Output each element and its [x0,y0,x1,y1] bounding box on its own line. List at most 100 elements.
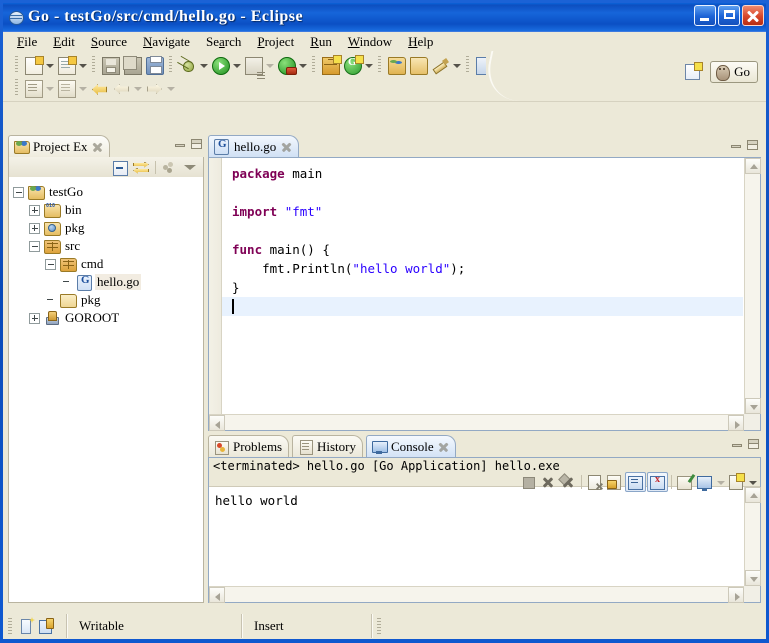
scroll-up-arrow[interactable] [745,158,761,174]
new-element-icon[interactable] [17,617,35,635]
tab-project-explorer[interactable]: Project Ex [8,135,110,158]
maximize-icon[interactable] [191,139,202,149]
maximize-icon[interactable] [748,439,759,449]
tree-item-src[interactable]: src [13,237,203,255]
last-edit-location-icon[interactable] [88,77,110,99]
scroll-left-arrow[interactable] [209,587,225,603]
project-tree[interactable]: testGobinpkgsrccmdhello.gopkgGOROOT [8,177,204,603]
debug-icon[interactable] [176,54,198,76]
scroll-left-arrow[interactable] [209,415,225,431]
close-button[interactable] [742,5,764,26]
scroll-up-arrow[interactable] [745,487,761,503]
menu-search[interactable]: Search [198,33,249,51]
tree-item-bin[interactable]: bin [13,201,203,219]
search-icon[interactable] [429,54,451,76]
open-perspective-icon[interactable] [684,62,704,82]
menu-edit[interactable]: Edit [45,33,83,51]
link-with-editor-icon[interactable] [132,159,150,176]
new-wizard-icon[interactable] [22,54,44,76]
scroll-down-arrow[interactable] [745,398,761,414]
console-output[interactable]: hello world [209,487,743,585]
scroll-down-arrow[interactable] [745,570,761,586]
search-dropdown-icon[interactable] [451,54,462,76]
scroll-right-arrow[interactable] [728,415,744,431]
collapse-icon[interactable] [13,187,24,198]
close-icon[interactable] [438,442,449,453]
code-text-run [277,204,285,219]
editor-horizontal-scrollbar[interactable] [209,414,744,430]
new-package-icon[interactable] [319,54,341,76]
back-dropdown-icon[interactable] [132,77,143,99]
tree-item-hello-go[interactable]: hello.go [13,273,203,291]
editor-vertical-scrollbar[interactable] [744,158,760,414]
menu-source[interactable]: Source [83,33,135,51]
status-drag-handle[interactable] [8,618,12,634]
minimize-icon[interactable] [731,140,741,149]
close-icon[interactable] [92,142,103,153]
forward-dropdown-icon[interactable] [165,77,176,99]
open-resource-icon[interactable] [407,54,429,76]
menu-project[interactable]: Project [249,33,302,51]
editor-body[interactable]: package main import "fmt" func main() { … [208,157,761,431]
next-edit-icon[interactable] [55,77,77,99]
tree-item-testgo[interactable]: testGo [13,183,203,201]
console-vertical-scrollbar[interactable] [744,487,760,586]
tab-hello-go[interactable]: hello.go [208,135,299,158]
minimize-button[interactable] [694,5,716,26]
new-wizard-dropdown-icon[interactable] [44,54,55,76]
next-edit-dropdown-icon[interactable] [77,77,88,99]
tree-item-goroot[interactable]: GOROOT [13,309,203,327]
expand-icon[interactable] [29,205,40,216]
tree-item-cmd[interactable]: cmd [13,255,203,273]
tree-item-pkg[interactable]: pkg [13,291,203,309]
collapse-all-icon[interactable] [111,159,129,176]
debug-dropdown-icon[interactable] [198,54,209,76]
new-go-file-icon[interactable] [55,54,77,76]
new-go-project-dropdown-icon[interactable] [363,54,374,76]
minimize-icon[interactable] [732,439,742,448]
view-dots-icon[interactable] [161,159,179,176]
new-go-file-dropdown-icon[interactable] [77,54,88,76]
editor-gutter[interactable] [209,158,222,414]
status-insert-mode: Insert [242,618,371,634]
close-icon[interactable] [281,142,292,153]
collapse-icon[interactable] [29,241,40,252]
run-history-dropdown-icon[interactable] [264,54,275,76]
minimize-icon[interactable] [175,139,185,148]
maximize-button[interactable] [718,5,740,26]
new-go-project-icon[interactable] [341,54,363,76]
save-all-icon[interactable] [121,54,143,76]
expand-icon[interactable] [29,313,40,324]
open-type-icon[interactable] [385,54,407,76]
menu-file[interactable]: File [9,33,45,51]
tab-console[interactable]: Console [366,435,456,458]
menu-window[interactable]: Window [340,33,400,51]
collapse-icon[interactable] [45,259,56,270]
status-drag-handle[interactable] [377,618,381,634]
forward-icon[interactable] [143,77,165,99]
code-text[interactable]: package main import "fmt" func main() { … [222,158,743,414]
view-menu-icon[interactable] [182,159,200,176]
tree-item-pkg[interactable]: pkg [13,219,203,237]
previous-edit-icon[interactable] [22,77,44,99]
field-icon[interactable] [37,617,55,635]
external-tools-icon[interactable] [275,54,297,76]
menu-help[interactable]: Help [400,33,441,51]
run-history-icon[interactable] [242,54,264,76]
menu-navigate[interactable]: Navigate [135,33,198,51]
previous-edit-dropdown-icon[interactable] [44,77,55,99]
console-horizontal-scrollbar[interactable] [209,586,744,602]
tab-history[interactable]: History [292,435,363,458]
run-icon[interactable] [209,54,231,76]
scroll-right-arrow[interactable] [728,587,744,603]
tab-problems[interactable]: Problems [208,435,289,458]
perspective-button-go[interactable]: Go [710,61,758,83]
external-tools-dropdown-icon[interactable] [297,54,308,76]
print-icon[interactable] [143,54,165,76]
run-dropdown-icon[interactable] [231,54,242,76]
back-icon[interactable] [110,77,132,99]
maximize-icon[interactable] [747,140,758,150]
menu-run[interactable]: Run [302,33,340,51]
save-icon[interactable] [99,54,121,76]
expand-icon[interactable] [29,223,40,234]
